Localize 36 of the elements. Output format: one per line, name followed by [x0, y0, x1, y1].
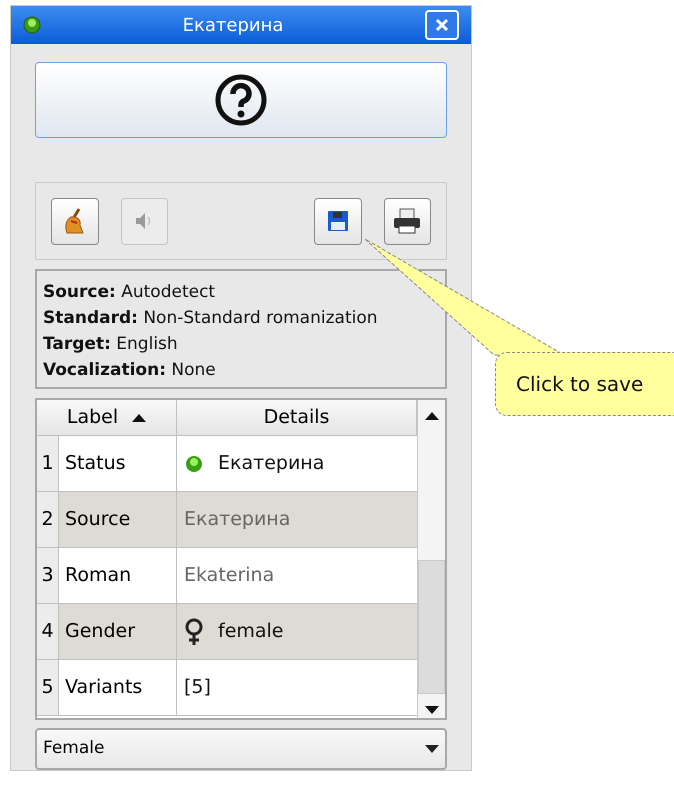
- row-number: 5: [37, 660, 59, 716]
- clear-button[interactable]: [51, 198, 98, 244]
- scrollbar-thumb[interactable]: [418, 560, 445, 694]
- row-number: 4: [37, 604, 59, 660]
- question-icon: [214, 73, 268, 127]
- window-title: Екатерина: [182, 14, 284, 38]
- gender-dropdown[interactable]: Female: [35, 728, 447, 770]
- dropdown-arrow-icon: [425, 745, 439, 753]
- info-line: Target: English: [43, 333, 178, 356]
- table-cell-text: Екатерина: [184, 507, 290, 532]
- tooltip: Click to save: [495, 352, 674, 416]
- close-button[interactable]: [425, 10, 459, 40]
- status-light-icon: [23, 16, 41, 34]
- close-icon: [434, 17, 450, 33]
- info-line: Source: Autodetect: [43, 281, 216, 304]
- row-number: 2: [37, 492, 59, 548]
- row-number: 1: [37, 436, 59, 492]
- info-line: Standard: Non-Standard romanization: [43, 307, 378, 330]
- printer-icon: [392, 207, 422, 235]
- scroll-up-icon[interactable]: [424, 412, 438, 420]
- table-cell-text: Ekaterina: [184, 563, 274, 588]
- column-header[interactable]: Details: [177, 400, 417, 436]
- column-header[interactable]: Label: [37, 400, 177, 436]
- table-cell-text: female: [218, 619, 284, 644]
- scrollbar[interactable]: [417, 400, 445, 718]
- status-light-icon: [184, 454, 204, 474]
- female-symbol-icon: [184, 618, 204, 646]
- info-line: Vocalization: None: [43, 359, 216, 382]
- save-button[interactable]: [314, 198, 362, 244]
- table-cell-text: Екатерина: [218, 451, 324, 476]
- table-cell-text: [5]: [184, 675, 211, 700]
- print-button[interactable]: [384, 198, 431, 244]
- row-number: 3: [37, 548, 59, 604]
- scroll-down-icon[interactable]: [424, 706, 438, 714]
- table-cell: Variants: [59, 660, 177, 716]
- help-button[interactable]: [35, 62, 447, 138]
